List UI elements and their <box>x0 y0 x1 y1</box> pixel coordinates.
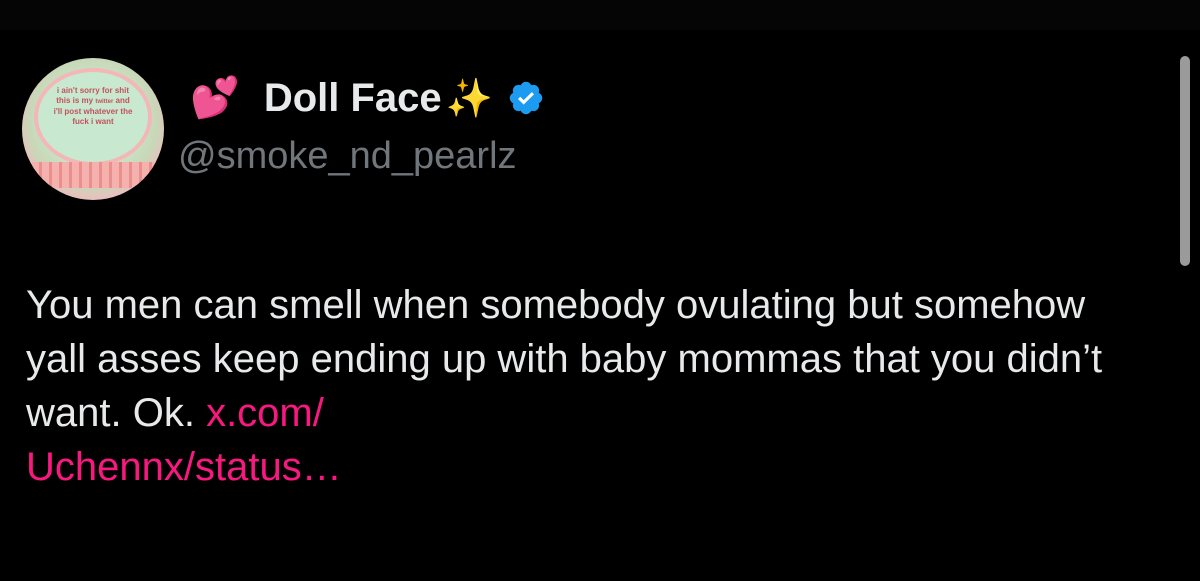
two-hearts-icon: 💕 <box>190 75 240 121</box>
verified-badge-icon[interactable] <box>507 79 545 117</box>
scrollbar-thumb[interactable] <box>1180 56 1190 266</box>
name-row[interactable]: 💕 Doll Face ✨ <box>190 70 545 126</box>
display-name[interactable]: Doll Face <box>264 78 442 118</box>
tweet-text: You men can smell when somebody ovulatin… <box>26 278 1156 494</box>
avatar-cake-text: i ain't sorry for shit this is my twitte… <box>22 86 164 127</box>
avatar-cake-frill <box>32 162 154 188</box>
top-bar <box>0 0 1200 30</box>
avatar-text-line4: fuck i want <box>72 117 114 126</box>
avatar[interactable]: i ain't sorry for shit this is my twitte… <box>22 58 164 200</box>
avatar-text-line1: i ain't sorry for shit <box>56 86 130 95</box>
avatar-text-line3: i'll post whatever the <box>53 107 133 116</box>
user-handle[interactable]: @smoke_nd_pearlz <box>178 132 517 180</box>
avatar-text-line2: this is my twitter and <box>56 96 130 105</box>
tweet-body: You men can smell when somebody ovulatin… <box>26 283 1103 435</box>
sparkles-icon: ✨ <box>445 76 493 120</box>
